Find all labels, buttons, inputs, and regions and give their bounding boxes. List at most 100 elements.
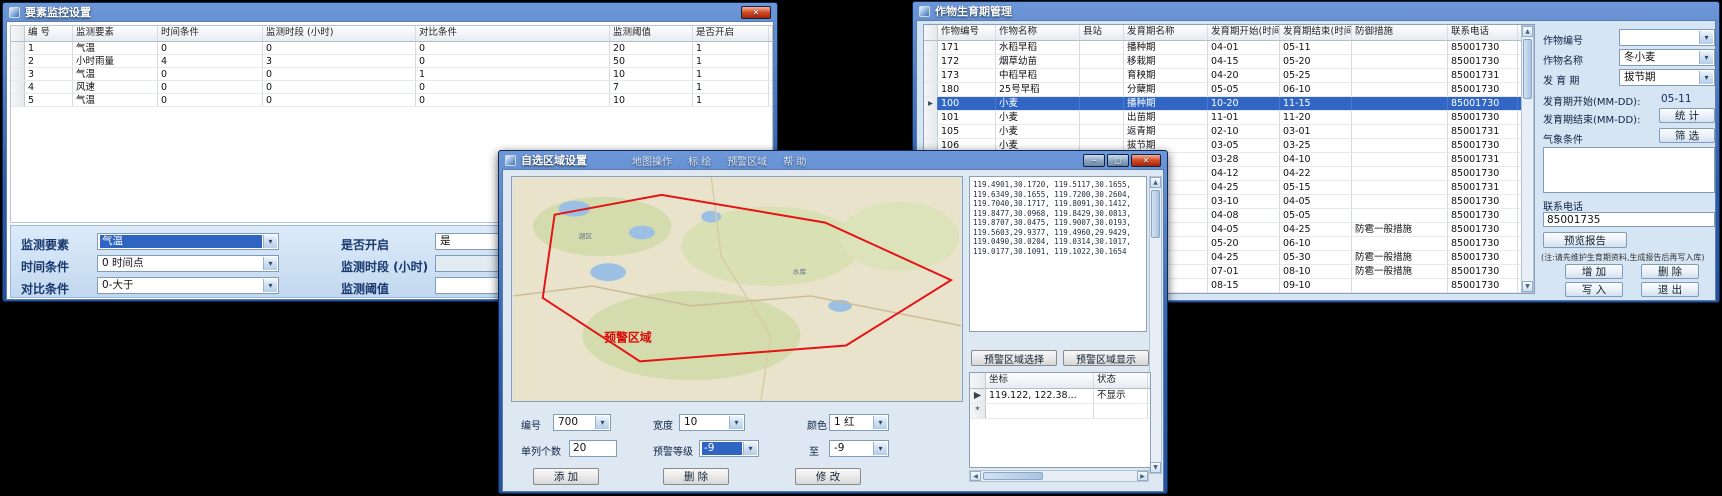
titlebar[interactable]: 自选区域设置 地图操作 标 绘 预警区域 帮 助 ─ ▢ ✕ (502, 151, 1164, 169)
scroll-right-icon[interactable]: ▶ (1137, 471, 1148, 481)
table-row[interactable]: ▶119.122, 122.38...不显示 (970, 389, 1150, 404)
column-header[interactable]: 监测要素 (73, 26, 158, 41)
table-row[interactable]: 172烟草幼苗移栽期04-1505-2085001730 (924, 55, 1534, 69)
row-header[interactable] (924, 69, 938, 82)
scroll-up-icon[interactable]: ▲ (1522, 26, 1533, 37)
table-row[interactable]: 101小麦出苗期11-0111-2085001730 (924, 111, 1534, 125)
phone-input[interactable]: 85001735 (1543, 212, 1715, 227)
menu-item-help[interactable]: 帮 助 (783, 153, 806, 168)
add-button[interactable]: 添 加 (533, 468, 599, 485)
table-row[interactable]: ▸100小麦播种期10-2011-1585001730 (924, 97, 1534, 111)
column-header[interactable]: 联系电话 (1448, 25, 1518, 40)
map-lake (590, 263, 626, 281)
column-header[interactable]: 发育期开始(时间) (1208, 25, 1280, 40)
warning-region-show-button[interactable]: 预警区域显示 (1063, 350, 1149, 366)
warning-level-combo[interactable]: -9 ▾ (699, 440, 759, 457)
maximize-button[interactable]: ▢ (1107, 154, 1129, 167)
column-header[interactable]: 对比条件 (416, 26, 610, 41)
table-row[interactable]: 2小时雨量430501 (11, 55, 772, 68)
table-row[interactable]: 173中稻早稻育秧期04-2005-2585001731 (924, 69, 1534, 83)
statistics-button[interactable]: 统 计 (1659, 108, 1715, 123)
row-header[interactable]: ▶ (970, 389, 986, 403)
menu-item-map-ops[interactable]: 地图操作 (632, 153, 672, 168)
close-button[interactable]: ✕ (1131, 154, 1161, 167)
column-header[interactable]: 作物名称 (996, 25, 1080, 40)
cell: 171 (938, 41, 996, 54)
table-row[interactable]: 171水稻早稻播种期04-0105-1185001730 (924, 41, 1534, 55)
stage-combo[interactable]: 拔节期 ▾ (1619, 69, 1715, 86)
column-header[interactable]: 坐标 (986, 373, 1094, 388)
warning-region-select-button[interactable]: 预警区域选择 (971, 350, 1057, 366)
titlebar[interactable]: 作物生育期管理 (916, 2, 1716, 20)
row-header[interactable] (11, 94, 25, 106)
scroll-left-icon[interactable]: ◀ (970, 471, 981, 481)
column-header[interactable]: 状态 (1094, 373, 1148, 388)
add-button[interactable]: 增 加 (1565, 264, 1623, 279)
menu-item-draw[interactable]: 标 绘 (688, 153, 711, 168)
scrollbar-thumb[interactable] (1523, 39, 1532, 99)
column-header[interactable]: 发育期名称 (1124, 25, 1208, 40)
time-condition-combo[interactable]: 0 时间点 ▾ (97, 255, 279, 272)
preview-report-button[interactable]: 预览报告 (1543, 232, 1627, 248)
filter-button[interactable]: 筛 选 (1659, 128, 1715, 143)
grid-hscrollbar[interactable]: ◀ ▶ (969, 470, 1149, 482)
scrollbar-thumb[interactable] (983, 472, 1043, 480)
write-button[interactable]: 写 入 (1565, 282, 1623, 297)
row-header[interactable] (924, 111, 938, 124)
delete-button[interactable]: 删 除 (663, 468, 729, 485)
column-header[interactable]: 防御措施 (1352, 25, 1448, 40)
column-header[interactable]: 监测时段 (小时) (263, 26, 416, 41)
row-header[interactable] (11, 68, 25, 80)
menu-item-warning-region[interactable]: 预警区域 (727, 153, 767, 168)
table-row[interactable]: * (970, 404, 1150, 419)
table-row[interactable]: 1气温000201 (11, 42, 772, 55)
table-row[interactable]: 18025号早稻分蘖期05-0506-1085001730 (924, 83, 1534, 97)
combo-value: 0 时间点 (100, 257, 262, 270)
table-row[interactable]: 3气温001101 (11, 68, 772, 81)
cell (1080, 55, 1124, 68)
count-input[interactable]: 20 (569, 440, 617, 457)
cell (1352, 237, 1448, 250)
defense-textarea[interactable] (1543, 147, 1715, 193)
column-header[interactable]: 发育期结束(时间) (1280, 25, 1352, 40)
element-combo[interactable]: 气温 ▾ (97, 233, 279, 250)
minimize-button[interactable]: ─ (1083, 154, 1105, 167)
table-row[interactable]: 105小麦返青期02-1003-0185001731 (924, 125, 1534, 139)
row-header[interactable]: * (970, 404, 986, 418)
row-header[interactable] (924, 83, 938, 96)
row-header[interactable] (924, 55, 938, 68)
crop-table-scrollbar[interactable]: ▲ ▼ (1521, 25, 1534, 293)
column-header[interactable]: 是否开启 (693, 26, 769, 41)
line-width-combo[interactable]: 10 ▾ (679, 414, 745, 431)
column-header[interactable]: 时间条件 (158, 26, 263, 41)
row-header[interactable] (924, 125, 938, 138)
row-header[interactable] (11, 42, 25, 54)
compare-condition-combo[interactable]: 0-大于 ▾ (97, 277, 279, 294)
crop-name-combo[interactable]: 冬小麦 ▾ (1619, 49, 1715, 66)
modify-button[interactable]: 修 改 (795, 468, 861, 485)
row-header[interactable] (11, 81, 25, 93)
column-header[interactable]: 监测阈值 (610, 26, 693, 41)
region-no-combo[interactable]: 700 ▾ (553, 414, 611, 431)
row-header[interactable] (11, 55, 25, 67)
level-to-combo[interactable]: -9 ▾ (829, 440, 889, 457)
crop-no-combo[interactable]: ▾ (1619, 29, 1715, 46)
color-combo[interactable]: 1 红 ▾ (829, 414, 889, 431)
scrollbar-thumb[interactable] (1151, 190, 1160, 238)
scroll-down-icon[interactable]: ▼ (1150, 462, 1161, 473)
column-header[interactable]: 县站 (1080, 25, 1124, 40)
close-button[interactable]: ✕ (741, 6, 771, 19)
scroll-up-icon[interactable]: ▲ (1150, 177, 1161, 188)
scroll-down-icon[interactable]: ▼ (1522, 281, 1533, 292)
row-header[interactable]: ▸ (924, 97, 938, 110)
row-header[interactable] (924, 41, 938, 54)
table-row[interactable]: 4风速00071 (11, 81, 772, 94)
table-row[interactable]: 5气温000101 (11, 94, 772, 107)
region-no-label: 编号 (521, 417, 541, 432)
delete-button[interactable]: 删 除 (1641, 264, 1699, 279)
titlebar[interactable]: 要素监控设置 ✕ (6, 3, 774, 21)
exit-button[interactable]: 退 出 (1641, 282, 1699, 297)
column-header[interactable]: 编 号 (25, 26, 73, 41)
map-canvas[interactable]: 湖区 水库 预警区域 (511, 176, 963, 402)
column-header[interactable]: 作物编号 (938, 25, 996, 40)
